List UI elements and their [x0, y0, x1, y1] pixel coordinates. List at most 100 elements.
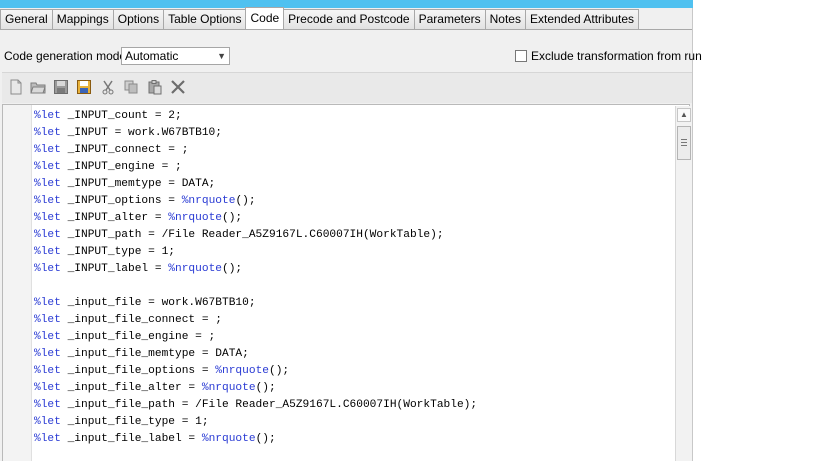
- code-line: %let _INPUT_alter = %nrquote();: [34, 210, 674, 227]
- code-keyword: %let: [34, 263, 61, 275]
- open-folder-icon[interactable]: [30, 79, 46, 95]
- code-line: %let _INPUT_path = /File Reader_A5Z9167L…: [34, 227, 674, 244]
- code-statement: _input_file_options =: [60, 365, 216, 377]
- code-keyword: %let: [34, 433, 61, 445]
- code-line: %let _INPUT_memtype = DATA;: [34, 176, 674, 193]
- tab-parameters[interactable]: Parameters: [413, 9, 486, 29]
- code-keyword: %let: [34, 161, 61, 173]
- code-line: %let _INPUT = work.W67BTB10;: [34, 125, 674, 142]
- code-tail: ();: [222, 263, 243, 275]
- code-line: %let _INPUT_engine = ;: [34, 159, 674, 176]
- code-line: %let _input_file = work.W67BTB10;: [34, 295, 674, 312]
- code-line: %let _input_file_label = %nrquote();: [34, 431, 674, 448]
- code-line: %let _INPUT_count = 2;: [34, 108, 674, 125]
- code-keyword: %let: [34, 382, 61, 394]
- cut-icon[interactable]: [100, 79, 116, 95]
- code-line: %let _INPUT_options = %nrquote();: [34, 193, 674, 210]
- tab-extended-attributes[interactable]: Extended Attributes: [524, 9, 640, 29]
- code-statement: _INPUT_engine = ;: [60, 161, 182, 173]
- code-tail: ();: [222, 212, 243, 224]
- delete-icon[interactable]: [170, 79, 186, 95]
- code-editor[interactable]: %let _INPUT_count = 2; %let _INPUT = work…: [2, 104, 692, 461]
- code-statement: _INPUT_connect = ;: [60, 144, 189, 156]
- tab-table-options[interactable]: Table Options: [163, 9, 247, 29]
- code-macro-function: %nrquote: [168, 263, 222, 275]
- code-keyword: %let: [34, 212, 61, 224]
- vertical-scrollbar[interactable]: ▲: [675, 106, 692, 461]
- code-statement: _INPUT_label =: [60, 263, 169, 275]
- tab-general[interactable]: General: [0, 9, 53, 29]
- code-macro-function: %nrquote: [181, 195, 236, 207]
- code-macro-function: %nrquote: [168, 212, 222, 224]
- code-statement: _input_file_alter =: [60, 382, 202, 394]
- code-macro-function: %nrquote: [201, 382, 256, 394]
- code-statement: _input_file_memtype = DATA;: [60, 348, 249, 360]
- code-keyword: %let: [34, 144, 61, 156]
- code-statement: _input_file_path = /File Reader_A5Z9167L…: [60, 399, 478, 411]
- tab-precode-postcode[interactable]: Precode and Postcode: [283, 9, 415, 29]
- code-generation-mode-select[interactable]: Automatic ▼: [121, 47, 230, 65]
- code-keyword: %let: [34, 127, 61, 139]
- code-line: %let _input_file_options = %nrquote();: [34, 363, 674, 380]
- code-tail: ();: [255, 433, 276, 445]
- code-statement: _input_file_label =: [60, 433, 202, 445]
- line-gutter: [3, 105, 32, 461]
- tab-code[interactable]: Code: [245, 7, 285, 29]
- code-generation-mode-value: Automatic: [125, 49, 179, 63]
- code-tail: ();: [235, 195, 256, 207]
- code-statement: _INPUT_count = 2;: [60, 110, 182, 122]
- code-statement: _INPUT_type = 1;: [60, 246, 175, 258]
- code-tail: ();: [269, 365, 290, 377]
- tab-divider: [0, 29, 692, 30]
- code-line: %let _input_file_engine = ;: [34, 329, 674, 346]
- code-keyword: %let: [34, 297, 61, 309]
- code-line: %let _input_file_type = 1;: [34, 414, 674, 431]
- code-keyword: %let: [34, 178, 61, 190]
- code-statement: _input_file_type = 1;: [60, 416, 209, 428]
- code-statement: _INPUT_alter =: [60, 212, 169, 224]
- code-keyword: %let: [34, 365, 61, 377]
- code-macro-function: %nrquote: [215, 365, 269, 377]
- code-line: %let _input_file_alter = %nrquote();: [34, 380, 674, 397]
- exclude-from-run-label: Exclude transformation from run: [531, 49, 702, 63]
- chevron-down-icon: ▼: [217, 51, 226, 61]
- tab-notes[interactable]: Notes: [484, 9, 526, 29]
- code-tail: ();: [255, 382, 276, 394]
- code-keyword: %let: [34, 229, 61, 241]
- code-line: %let _input_file_memtype = DATA;: [34, 346, 674, 363]
- code-keyword: %let: [34, 416, 61, 428]
- exclude-from-run-checkbox[interactable]: [515, 50, 527, 62]
- code-keyword: %let: [34, 399, 61, 411]
- code-macro-function: %nrquote: [201, 433, 256, 445]
- save-icon[interactable]: [53, 79, 69, 95]
- code-line: %let _INPUT_type = 1;: [34, 244, 674, 261]
- code-keyword: %let: [34, 348, 61, 360]
- code-line: %let _INPUT_label = %nrquote();: [34, 261, 674, 278]
- scrollbar-thumb[interactable]: [677, 126, 691, 160]
- tab-options[interactable]: Options: [112, 9, 165, 29]
- code-statement: _input_file = work.W67BTB10;: [60, 297, 256, 309]
- code-keyword: %let: [34, 110, 61, 122]
- code-keyword: %let: [34, 331, 61, 343]
- code-statement: _INPUT_memtype = DATA;: [60, 178, 216, 190]
- code-statement: _INPUT_options =: [60, 195, 182, 207]
- code-text-area[interactable]: %let _INPUT_count = 2; %let _INPUT = work…: [34, 108, 674, 448]
- paste-icon[interactable]: [147, 79, 163, 95]
- copy-icon[interactable]: [123, 79, 139, 95]
- code-line: %let _INPUT_connect = ;: [34, 142, 674, 159]
- window-title-bar: [0, 0, 693, 8]
- code-statement: _input_file_engine = ;: [60, 331, 216, 343]
- code-line: %let _input_file_path = /File Reader_A5Z…: [34, 397, 674, 414]
- code-statement: _INPUT = work.W67BTB10;: [60, 127, 222, 139]
- tab-mappings[interactable]: Mappings: [51, 9, 114, 29]
- code-keyword: %let: [34, 314, 61, 326]
- code-statement: _INPUT_path = /File Reader_A5Z9167L.C600…: [60, 229, 444, 241]
- code-statement: _input_file_connect = ;: [60, 314, 222, 326]
- new-file-icon[interactable]: [8, 79, 24, 95]
- code-generation-mode-label: Code generation mode:: [4, 49, 130, 63]
- save-as-icon[interactable]: [76, 79, 92, 95]
- code-keyword: %let: [34, 246, 61, 258]
- code-keyword: %let: [34, 195, 61, 207]
- scroll-up-icon[interactable]: ▲: [677, 108, 691, 122]
